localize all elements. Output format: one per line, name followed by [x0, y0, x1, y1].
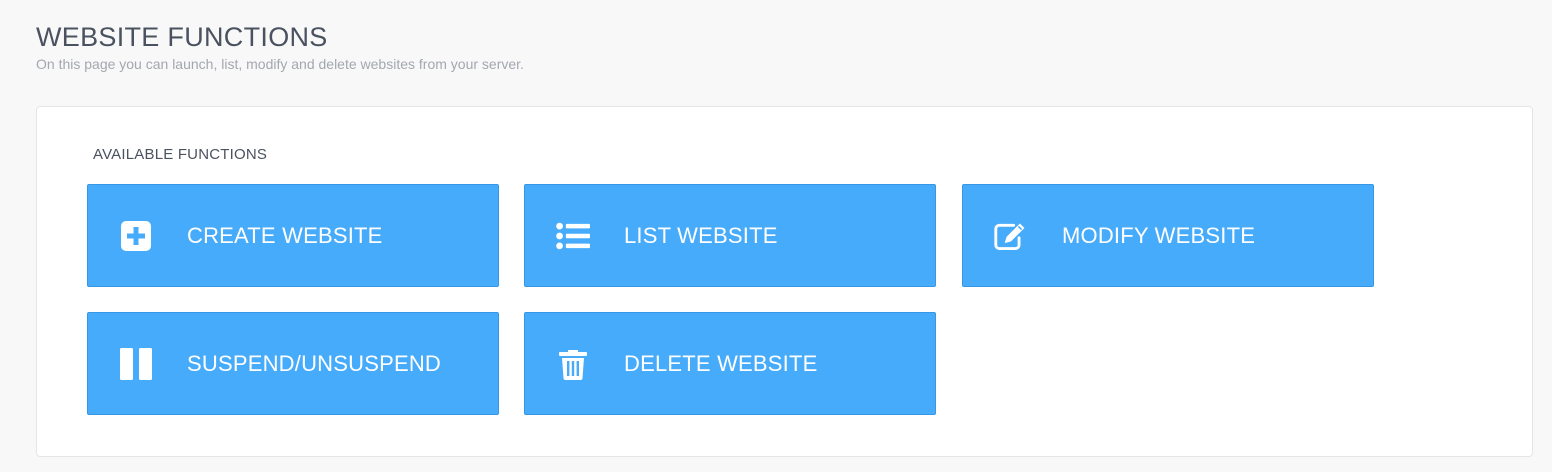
page-subtitle: On this page you can launch, list, modif… [36, 56, 524, 72]
suspend-unsuspend-label: SUSPEND/UNSUSPEND [187, 350, 442, 376]
trash-icon [556, 347, 590, 381]
edit-icon [994, 219, 1028, 253]
page-title: WEBSITE FUNCTIONS [36, 22, 328, 52]
pause-icon [119, 347, 153, 381]
create-website-button[interactable]: CREATE WEBSITE [87, 184, 499, 287]
list-icon [556, 219, 590, 253]
modify-website-label: MODIFY WEBSITE [1062, 222, 1256, 248]
page-header: WEBSITE FUNCTIONS On this page you can l… [36, 22, 524, 73]
modify-website-button[interactable]: MODIFY WEBSITE [962, 184, 1374, 287]
create-website-label: CREATE WEBSITE [187, 222, 383, 248]
list-website-button[interactable]: LIST WEBSITE [524, 184, 936, 287]
functions-panel: AVAILABLE FUNCTIONS CREATE WEBSITE LIST … [36, 106, 1533, 457]
plus-square-icon [119, 219, 153, 253]
suspend-unsuspend-button[interactable]: SUSPEND/UNSUSPEND [87, 312, 499, 415]
list-website-label: LIST WEBSITE [624, 222, 778, 248]
panel-heading: AVAILABLE FUNCTIONS [93, 146, 268, 163]
delete-website-label: DELETE WEBSITE [624, 350, 818, 376]
delete-website-button[interactable]: DELETE WEBSITE [524, 312, 936, 415]
